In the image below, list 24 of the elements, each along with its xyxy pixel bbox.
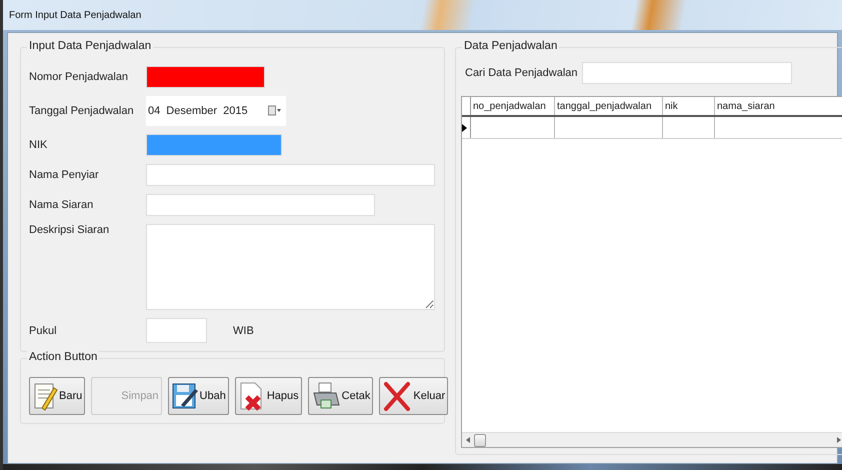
group-title: Action Button xyxy=(27,351,100,363)
field-label: Nama Siaran xyxy=(29,199,94,211)
unit-label: WIB xyxy=(233,324,254,336)
field-label: Deskripsi Siaran xyxy=(29,224,110,236)
toolbar-button[interactable]: Ubah xyxy=(168,377,229,415)
column-header: no_penjadwalan xyxy=(471,97,555,115)
field-label: Pukul xyxy=(29,324,58,336)
column-header: nama_siaran xyxy=(715,97,842,115)
toolbar-button[interactable]: Hapus xyxy=(234,377,302,415)
toolbar-button[interactable]: Cetak xyxy=(308,377,374,415)
date-picker[interactable]: 04 Desember 2015 xyxy=(146,96,286,126)
column-header: nik xyxy=(663,97,715,115)
date-value: 04 Desember 2015 xyxy=(148,105,248,117)
toolbar-button[interactable]: Baru xyxy=(29,377,86,415)
window-title: Form Input Data Penjadwalan xyxy=(9,10,142,20)
group-title: Input Data Penjadwalan xyxy=(27,40,154,52)
group-title: Data Penjadwalan xyxy=(462,40,560,52)
field-label: Nomor Penjadwalan xyxy=(29,71,130,83)
toolbar-button[interactable]: Keluar xyxy=(379,377,448,415)
field-label: NIK xyxy=(29,139,48,151)
field-label: Nama Penyiar xyxy=(29,169,100,181)
column-header: tanggal_penjadwalan xyxy=(555,97,663,115)
search-label: Cari Data Penjadwalan xyxy=(465,67,578,79)
field-label: Tanggal Penjadwalan xyxy=(29,105,135,117)
